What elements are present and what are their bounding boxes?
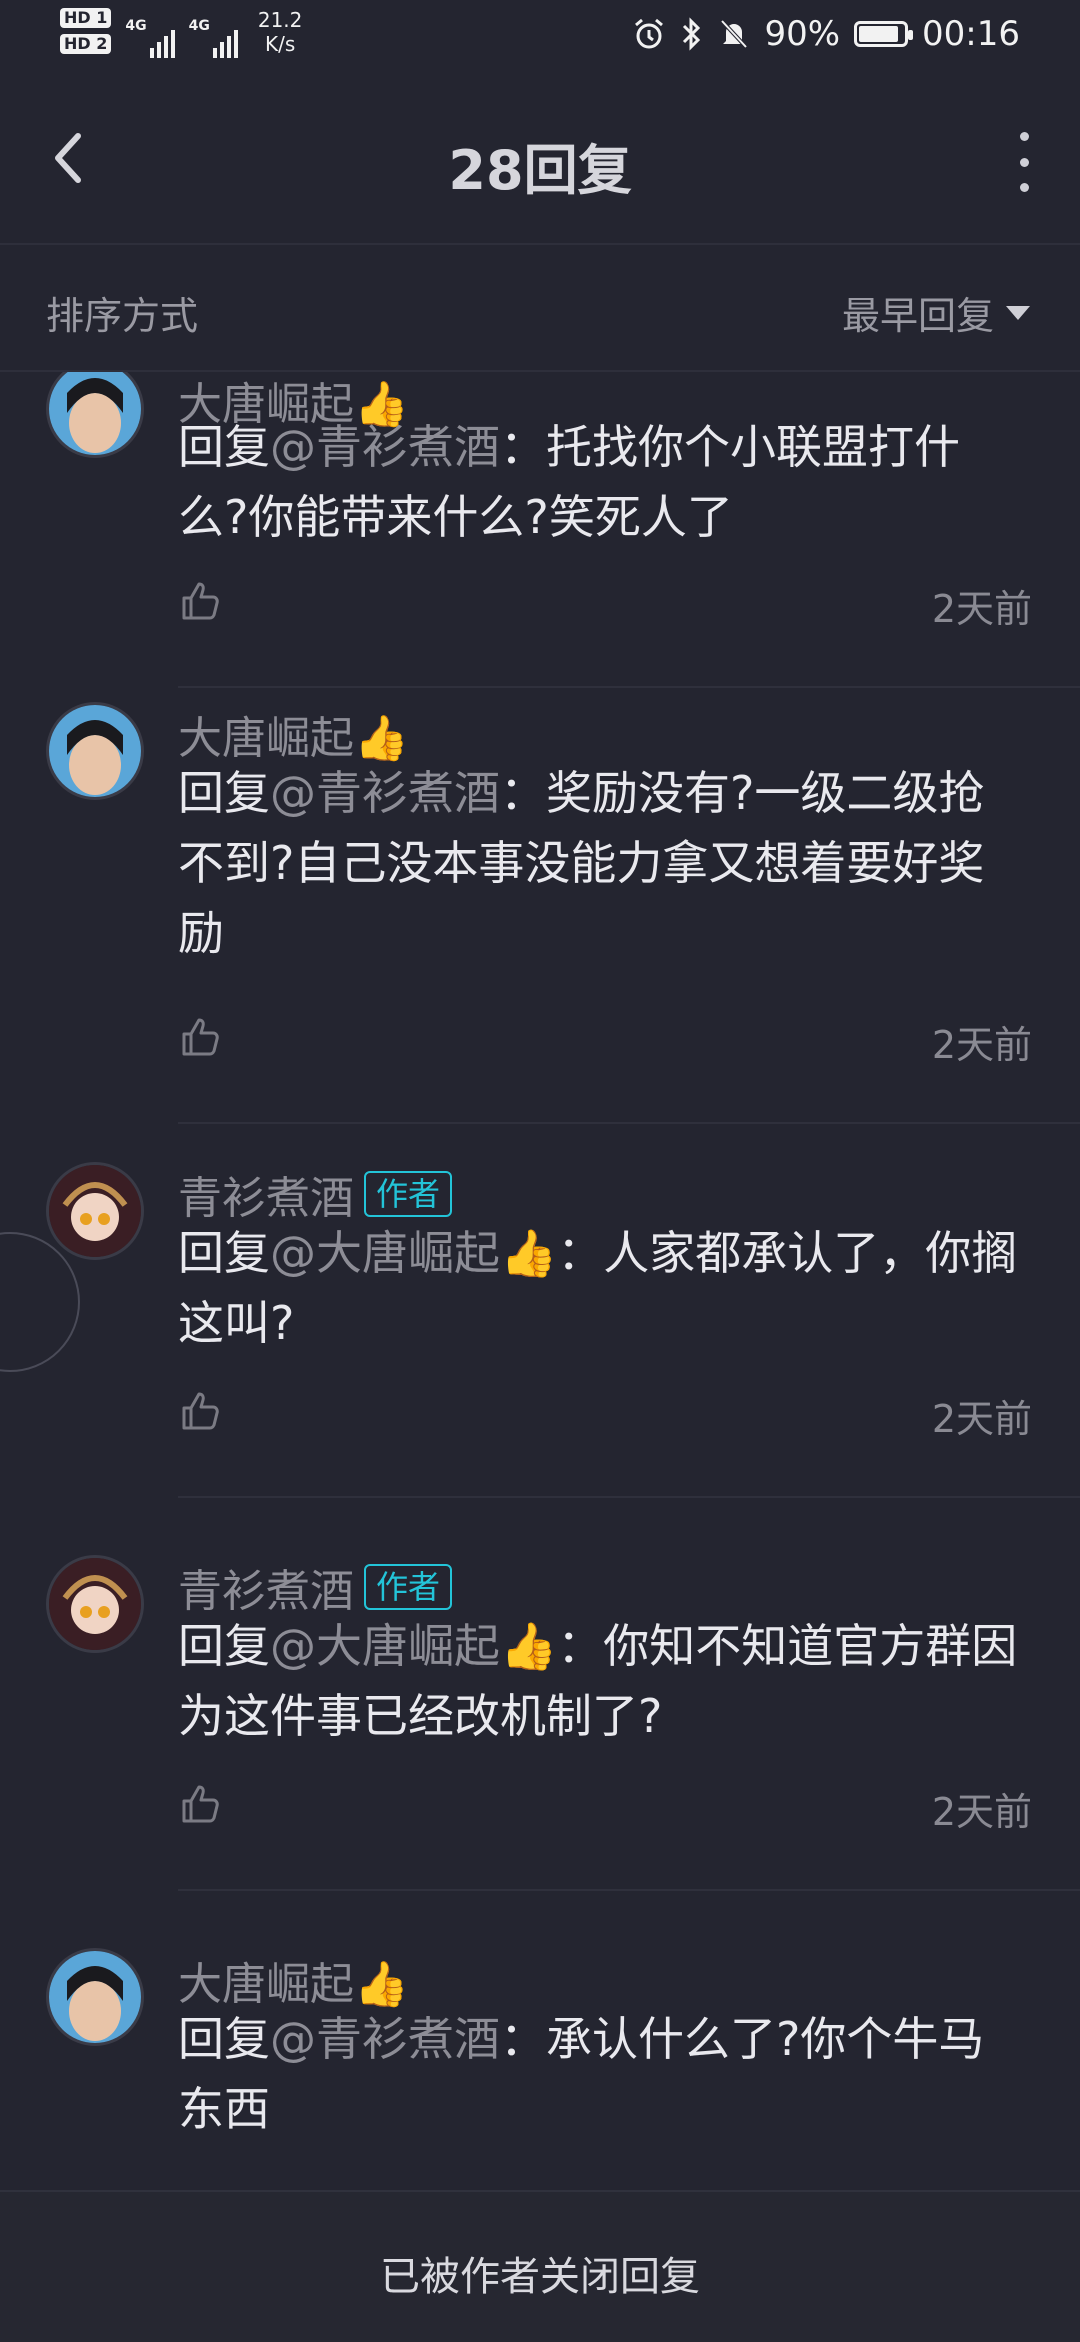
more-vertical-icon[interactable] xyxy=(1012,132,1036,192)
comment-text: 回复@青衫煮酒：奖励没有?一级二级抢不到?自己没本事没能力拿又想着要好奖励 xyxy=(178,766,985,960)
hd2-indicator: HD 2 xyxy=(60,34,112,54)
network-speed: 21.2 K/s xyxy=(257,8,303,56)
comment-author[interactable]: 大唐崛起👍 xyxy=(178,702,409,766)
mention-link[interactable]: @大唐崛起👍 xyxy=(270,1226,557,1280)
comment-time: 2天前 xyxy=(931,1023,1032,1067)
comment-author[interactable]: 青衫煮酒 作者 xyxy=(178,1162,453,1226)
mention-link[interactable]: @青衫煮酒 xyxy=(270,420,500,474)
comment-text: 回复@青衫煮酒：托找你个小联盟打什么?你能带来什么?笑死人了 xyxy=(178,420,960,544)
sort-row: 排序方式 最早回复 xyxy=(0,245,1080,370)
sort-dropdown[interactable]: 最早回复 xyxy=(842,285,1030,340)
comment-time: 2天前 xyxy=(931,587,1032,631)
author-badge: 作者 xyxy=(364,1171,453,1217)
comment-divider xyxy=(178,1122,1080,1124)
comment-divider xyxy=(178,686,1080,688)
thumbs-up-icon[interactable] xyxy=(178,1014,222,1058)
mention-link[interactable]: @大唐崛起👍 xyxy=(270,1619,557,1673)
bluetooth-icon xyxy=(683,17,701,51)
battery-icon xyxy=(854,21,914,47)
status-bar: HD 1 HD 2 4G 4G 21.2 K/s 90% 00:16 xyxy=(0,0,1080,78)
avatar[interactable] xyxy=(46,702,144,800)
comment-text: 回复@青衫煮酒：承认什么了?你个牛马东西 xyxy=(178,2012,985,2136)
comment-time: 2天前 xyxy=(931,1397,1032,1441)
comment-divider xyxy=(178,1889,1080,1891)
signal-icon-2: 4G xyxy=(189,18,238,58)
avatar[interactable] xyxy=(46,372,144,458)
triangle-down-icon xyxy=(1006,305,1030,320)
thumbs-up-icon[interactable] xyxy=(178,578,222,622)
battery-percent: 90% xyxy=(764,14,841,54)
mention-link[interactable]: @青衫煮酒 xyxy=(270,2012,500,2066)
sort-label: 排序方式 xyxy=(46,294,199,338)
thumbs-up-icon[interactable] xyxy=(178,1388,222,1432)
mute-bell-icon xyxy=(720,19,748,49)
thumbs-up-icon[interactable] xyxy=(178,1781,222,1825)
replies-closed-notice: 已被作者关闭回复 xyxy=(380,2254,700,2300)
avatar[interactable] xyxy=(46,1555,144,1653)
comment-author[interactable]: 青衫煮酒 作者 xyxy=(178,1555,453,1619)
page-title: 28回复 xyxy=(448,139,632,202)
clock: 00:16 xyxy=(922,14,1020,54)
comment-time: 2天前 xyxy=(931,1790,1032,1834)
comment-divider xyxy=(178,1496,1080,1498)
signal-icon: 4G xyxy=(125,18,175,58)
comment-text: 回复@大唐崛起👍：你知不知道官方群因为这件事已经改机制了? xyxy=(178,1619,1018,1743)
sort-value: 最早回复 xyxy=(841,294,994,338)
mention-link[interactable]: @青衫煮酒 xyxy=(270,766,500,820)
author-badge: 作者 xyxy=(364,1564,453,1610)
hd1-indicator: HD 1 xyxy=(60,8,112,28)
header: 28回复 xyxy=(0,80,1080,243)
comment-list[interactable]: 大唐崛起👍 回复@青衫煮酒：托找你个小联盟打什么?你能带来什么?笑死人了 2天前… xyxy=(0,372,1080,2190)
comment-text: 回复@大唐崛起👍：人家都承认了，你搁这叫? xyxy=(178,1226,1018,1350)
alarm-icon xyxy=(635,18,664,49)
comment-author[interactable]: 大唐崛起👍 xyxy=(178,1948,409,2012)
avatar[interactable] xyxy=(46,1948,144,2046)
floating-bubble[interactable] xyxy=(0,1232,80,1372)
avatar[interactable] xyxy=(46,1162,144,1260)
footer-bar: 已被作者关闭回复 xyxy=(0,2190,1080,2342)
